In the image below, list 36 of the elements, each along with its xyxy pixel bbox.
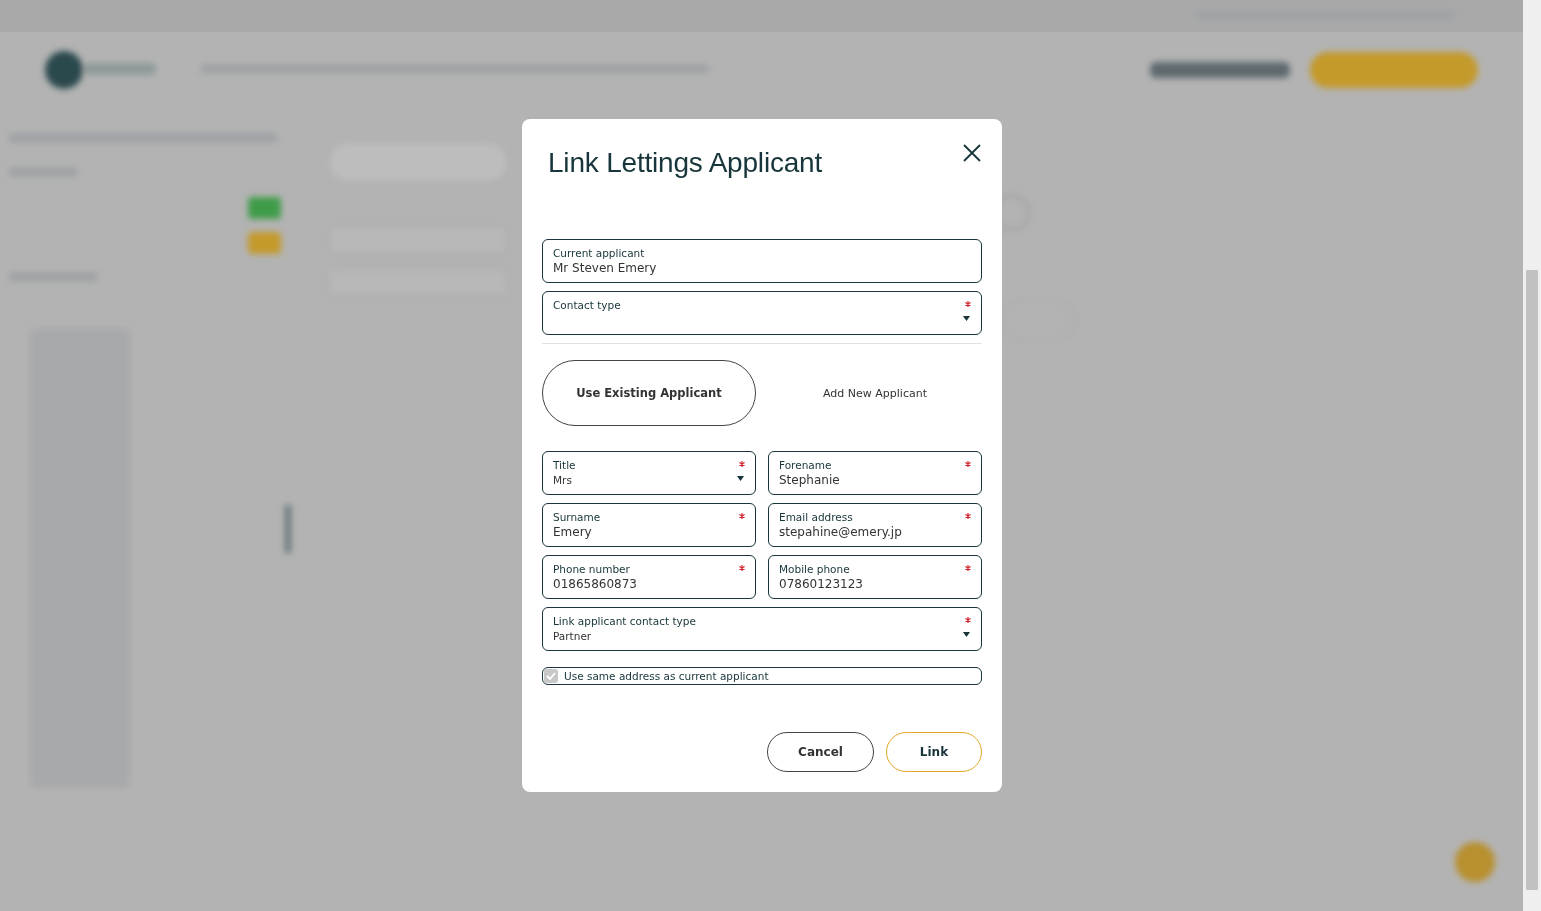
field-value: Mrs (553, 473, 572, 488)
field-label: Phone number (553, 563, 630, 576)
input-field[interactable]: Phone number 01865860873 (542, 555, 756, 599)
field-value: Emery (553, 525, 592, 540)
caret-icon (737, 476, 744, 481)
field-value: 01865860873 (553, 577, 637, 592)
input-field[interactable]: Surname Emery (542, 503, 756, 547)
dialog-title: Link Lettings Applicant (548, 147, 823, 179)
close-icon (962, 143, 982, 163)
select-field[interactable]: Link applicant contact type Partner (542, 607, 982, 651)
input-field[interactable]: Forename Stephanie (768, 451, 982, 495)
field-label: Contact type (553, 299, 621, 312)
field-value: 07860123123 (779, 577, 863, 592)
close-button[interactable] (962, 143, 982, 163)
select-field[interactable]: Contact type (542, 291, 982, 335)
field-label: Mobile phone (779, 563, 850, 576)
field-value: Mr Steven Emery (553, 261, 657, 276)
field-label: Current applicant (553, 247, 645, 260)
field-label: Email address (779, 511, 853, 524)
field-value: stepahine@emery.jp (779, 525, 902, 540)
cancel-button[interactable]: Cancel (767, 732, 874, 772)
field-label: Link applicant contact type (553, 615, 696, 628)
field-label: Forename (779, 459, 832, 472)
field-label: Surname (553, 511, 601, 524)
field-value: Partner (553, 629, 592, 644)
field-label: Title (553, 459, 576, 472)
input-field[interactable]: Mobile phone 07860123123 (768, 555, 982, 599)
field-value: Stephanie (779, 473, 840, 488)
caret-icon (963, 632, 970, 637)
link-button[interactable]: Link (886, 732, 982, 772)
checkbox-label: Use same address as current applicant (564, 670, 769, 682)
input-field[interactable]: Current applicant Mr Steven Emery (542, 239, 982, 283)
input-field[interactable]: Email address stepahine@emery.jp (768, 503, 982, 547)
caret-icon (963, 316, 970, 321)
mode-tab[interactable]: Add New Applicant (768, 360, 982, 426)
select-field[interactable]: Title Mrs (542, 451, 756, 495)
